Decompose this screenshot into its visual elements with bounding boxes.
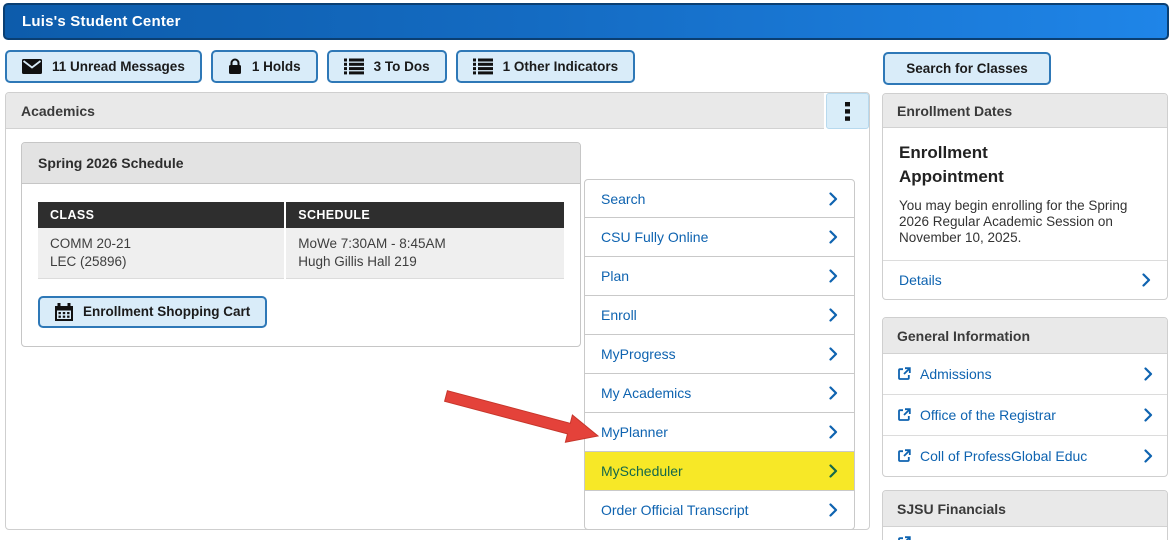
chevron-right-icon [829,230,838,244]
external-link-icon [897,536,911,540]
enrollment-shopping-cart-label: Enrollment Shopping Cart [83,304,251,320]
unread-messages-label: 11 Unread Messages [52,59,185,74]
academics-body: Spring 2026 Schedule CLASS SCHEDULE COMM… [6,129,869,530]
menu-item-label: Enroll [601,307,637,323]
menu-item-label: Plan [601,268,630,284]
envelope-icon [22,59,42,74]
list-icon [343,58,364,75]
sidebar: Enrollment Dates Enrollment Appointment … [882,93,1168,540]
page-header: Luis's Student Center [3,3,1169,40]
schedule-column-header: SCHEDULE [285,202,564,228]
chevron-right-icon [829,308,838,322]
chevron-right-icon [1144,449,1153,463]
admissions-link[interactable]: Admissions [883,354,1167,394]
coll-of-professglobal-educ-label: Coll of ProfessGlobal Educ [920,448,1088,465]
search-for-classes-label: Search for Classes [906,61,1028,76]
menu-item-myprogress[interactable]: MyProgress [584,335,855,374]
other-indicators-label: 1 Other Indicators [502,59,619,74]
menu-item-search[interactable]: Search [584,179,855,218]
holds-label: 1 Holds [251,59,301,74]
academics-title: Academics [6,93,824,129]
menu-item-label: MyPlanner [601,424,668,440]
chevron-right-icon [829,347,838,361]
chevron-right-icon [1144,408,1153,422]
menu-item-my-academics[interactable]: My Academics [584,374,855,413]
chevron-right-icon [829,386,838,400]
page-title: Luis's Student Center [22,13,181,30]
menu-item-label: Order Official Transcript [601,502,749,518]
details-label: Details [899,272,942,289]
chevron-right-icon [829,191,838,206]
chevron-right-icon [829,269,838,283]
menu-item-csu-fully-online[interactable]: CSU Fully Online [584,218,855,257]
chevron-right-icon [829,425,838,439]
admissions-label: Admissions [920,366,992,383]
chevron-right-icon [1142,273,1151,287]
external-link-icon [897,449,911,463]
details-link[interactable]: Details [883,260,1167,299]
menu-item-label: My Academics [601,385,692,401]
class-section: LEC (25896) [50,253,127,269]
enrollment-appointment-text: You may begin enrolling for the Spring 2… [899,197,1128,245]
chevron-right-icon [829,464,838,478]
menu-item-order-official-transcript[interactable]: Order Official Transcript [584,491,855,530]
menu-item-plan[interactable]: Plan [584,257,855,296]
enrollment-dates-title: Enrollment Dates [883,94,1167,128]
menu-item-label: CSU Fully Online [601,229,709,245]
menu-item-label: Search [601,190,646,207]
general-information-title: General Information [883,318,1167,355]
schedule-cell: MoWe 7:30AM - 8:45AM Hugh Gillis Hall 21… [285,228,564,279]
enrollment-dates-body: Enrollment Appointment You may begin enr… [883,128,1167,260]
chevron-right-icon [1144,367,1153,381]
menu-item-myscheduler[interactable]: MyScheduler [584,452,855,491]
coll-of-professglobal-educ-link[interactable]: Coll of ProfessGlobal Educ [883,435,1167,476]
search-for-classes-button[interactable]: Search for Classes [883,52,1051,85]
kebab-menu-icon [845,101,850,121]
student-center-page: Luis's Student Center 11 Unread Messages… [0,0,1174,540]
list-icon [472,58,493,75]
heading-line-2: Appointment [899,166,1004,186]
academics-menu: Search CSU Fully Online Plan Enroll MyPr… [584,179,855,530]
class-meeting-time: MoWe 7:30AM - 8:45AM [298,236,446,251]
external-link-icon [897,408,911,422]
table-row: COMM 20-21 LEC (25896) MoWe 7:30AM - 8:4… [38,228,564,279]
lock-icon [228,58,242,75]
sjsu-financials-card: SJSU Financials [882,490,1168,540]
calendar-icon [55,302,73,321]
heading-line-1: Enrollment [899,143,988,162]
academics-header: Academics [6,93,869,129]
menu-item-label: MyProgress [601,346,676,362]
unread-messages-button[interactable]: 11 Unread Messages [5,50,202,83]
class-location: Hugh Gillis Hall 219 [298,253,417,269]
office-of-the-registrar-link[interactable]: Office of the Registrar [883,394,1167,435]
todos-button[interactable]: 3 To Dos [326,50,447,83]
sjsu-financials-title: SJSU Financials [883,491,1167,528]
menu-item-myplanner[interactable]: MyPlanner [584,413,855,452]
indicator-button-row: 11 Unread Messages 1 Holds 3 To Dos 1 Ot… [5,50,636,83]
chevron-right-icon [829,503,838,517]
class-column-header: CLASS [38,202,287,228]
schedule-card: Spring 2026 Schedule CLASS SCHEDULE COMM… [21,142,581,347]
academics-options-button[interactable] [826,93,869,129]
academics-panel: Academics Spring 2026 Schedule CLASS SCH… [5,92,870,530]
todos-label: 3 To Dos [373,59,430,74]
schedule-card-title: Spring 2026 Schedule [22,143,580,184]
office-of-the-registrar-label: Office of the Registrar [920,407,1056,424]
enrollment-shopping-cart-button[interactable]: Enrollment Shopping Cart [38,295,268,328]
enrollment-appointment-heading: Enrollment Appointment [899,141,1151,189]
external-link-icon [897,367,911,381]
menu-item-label: MyScheduler [601,463,683,479]
holds-button[interactable]: 1 Holds [210,50,318,83]
class-cell: COMM 20-21 LEC (25896) [38,228,287,279]
schedule-table: CLASS SCHEDULE COMM 20-21 LEC (25896) Mo… [38,202,564,279]
class-name: COMM 20-21 [50,236,132,251]
menu-item-enroll[interactable]: Enroll [584,296,855,335]
enrollment-dates-card: Enrollment Dates Enrollment Appointment … [882,93,1168,301]
sjsu-financials-partial-row [883,527,1167,540]
general-information-card: General Information Admissions Office of… [882,317,1168,478]
other-indicators-button[interactable]: 1 Other Indicators [455,50,636,83]
